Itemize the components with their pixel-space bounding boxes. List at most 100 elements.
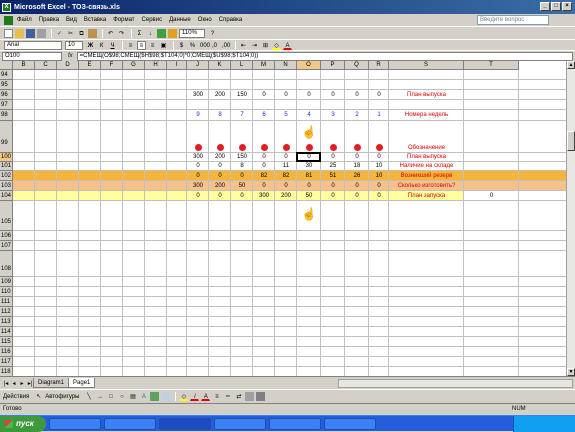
cell-n100[interactable]: 0: [275, 153, 297, 162]
cell-l102[interactable]: 0: [231, 171, 253, 181]
row-header-115[interactable]: 115: [0, 337, 13, 347]
active-cell-o100[interactable]: [296, 152, 321, 162]
taskbar-item[interactable]: [214, 417, 266, 430]
row-header-107[interactable]: 107: [0, 241, 13, 251]
increase-decimal-icon[interactable]: ,0: [210, 41, 219, 50]
cell-p100[interactable]: 0: [321, 153, 345, 162]
column-header-j[interactable]: J: [187, 61, 209, 70]
copy-icon[interactable]: ⧉: [77, 29, 86, 38]
column-header-n[interactable]: N: [275, 61, 297, 70]
cell-r103[interactable]: 0: [369, 181, 389, 191]
horizontal-scrollbar[interactable]: [338, 378, 573, 388]
cell-o98[interactable]: 4: [297, 110, 321, 121]
picture-icon[interactable]: [161, 392, 171, 401]
menu-insert[interactable]: Вставка: [84, 17, 106, 23]
font-select[interactable]: Arial: [4, 40, 62, 50]
cell-p96[interactable]: 0: [321, 90, 345, 100]
undo-icon[interactable]: ↶: [106, 29, 115, 38]
font-color-icon[interactable]: A: [283, 41, 292, 50]
cell-k104[interactable]: 0: [209, 191, 231, 201]
scroll-up-icon[interactable]: ▲: [567, 61, 575, 69]
spellcheck-icon[interactable]: ✓: [55, 29, 64, 38]
prev-sheet-icon[interactable]: ◂: [10, 380, 18, 387]
row-header-116[interactable]: 116: [0, 347, 13, 357]
chart-wizard-icon[interactable]: [157, 28, 166, 38]
column-header-l[interactable]: L: [231, 61, 253, 70]
arrow-style-icon[interactable]: ⇄: [234, 392, 243, 401]
cell-m100[interactable]: 0: [253, 153, 275, 162]
column-header-h[interactable]: H: [145, 61, 167, 70]
underline-icon[interactable]: Ч: [108, 41, 117, 50]
cell-o102[interactable]: 81: [297, 171, 321, 181]
cell-l101[interactable]: 8: [231, 162, 253, 171]
row-header-117[interactable]: 117: [0, 357, 13, 367]
column-header-k[interactable]: K: [209, 61, 231, 70]
cell-q102[interactable]: 26: [345, 171, 369, 181]
decrease-indent-icon[interactable]: ⇤: [239, 41, 248, 50]
row-header-118[interactable]: 118: [0, 367, 13, 376]
cell-n102[interactable]: 82: [275, 171, 297, 181]
zoom-select[interactable]: 110%: [179, 28, 205, 38]
sheet-tab-page1[interactable]: Page1: [68, 378, 96, 388]
cell-k101[interactable]: 0: [209, 162, 231, 171]
dash-style-icon[interactable]: ┅: [223, 392, 232, 401]
menu-edit[interactable]: Правка: [39, 17, 59, 23]
cell-r100[interactable]: 0: [369, 153, 389, 162]
row-header-98[interactable]: 98: [0, 110, 13, 121]
menu-help[interactable]: Справка: [219, 17, 243, 23]
cell-q101[interactable]: 18: [345, 162, 369, 171]
row-header-105[interactable]: 105: [0, 201, 13, 231]
formula-input[interactable]: =СМЕЩ(O$98;СМЕЩ($H$98;$T104;0)*0;СМЕЩ($U…: [76, 51, 573, 61]
cell-r102[interactable]: 10: [369, 171, 389, 181]
cell-j103[interactable]: 300: [187, 181, 209, 191]
row-header-112[interactable]: 112: [0, 307, 13, 317]
row-header-95[interactable]: 95: [0, 80, 13, 90]
cell-k96[interactable]: 200: [209, 90, 231, 100]
cell-p103[interactable]: 0: [321, 181, 345, 191]
menu-format[interactable]: Формат: [113, 17, 134, 23]
menu-file[interactable]: Файл: [17, 17, 32, 23]
autoshapes-menu[interactable]: Автофигуры: [45, 394, 79, 400]
row-header-111[interactable]: 111: [0, 297, 13, 307]
cell-n98[interactable]: 5: [275, 110, 297, 121]
cell-r101[interactable]: 10: [369, 162, 389, 171]
cell-n101[interactable]: 11: [275, 162, 297, 171]
column-header-p[interactable]: P: [321, 61, 345, 70]
wordart-icon[interactable]: A: [139, 392, 148, 401]
cell-j104[interactable]: 0: [187, 191, 209, 201]
select-all-corner[interactable]: [0, 61, 13, 70]
cell-m104[interactable]: 300: [253, 191, 275, 201]
align-right-icon[interactable]: ≡: [148, 41, 157, 50]
column-header-d[interactable]: D: [57, 61, 79, 70]
align-left-icon[interactable]: ≡: [126, 41, 135, 50]
cell-r98[interactable]: 1: [369, 110, 389, 121]
cell-k98[interactable]: 8: [209, 110, 231, 121]
save-icon[interactable]: [26, 28, 35, 38]
menu-tools[interactable]: Сервис: [142, 17, 163, 23]
cell-m96[interactable]: 0: [253, 90, 275, 100]
column-header-e[interactable]: E: [79, 61, 101, 70]
cell-o103[interactable]: 0: [297, 181, 321, 191]
row-header-110[interactable]: 110: [0, 287, 13, 297]
taskbar-item[interactable]: [104, 417, 156, 430]
column-header-s[interactable]: S: [389, 61, 464, 70]
draw-fill-color-icon[interactable]: ◇: [179, 392, 189, 401]
worksheet-grid[interactable]: B C D E F G H I J K L M N O P Q R S T 94 95 96 97 98 99 100 101 102…: [0, 61, 566, 376]
row-header-104[interactable]: 104: [0, 191, 13, 201]
column-header-i[interactable]: I: [167, 61, 187, 70]
cell-o96[interactable]: 0: [297, 90, 321, 100]
column-header-b[interactable]: B: [13, 61, 35, 70]
open-icon[interactable]: [15, 28, 24, 38]
column-header-c[interactable]: C: [35, 61, 57, 70]
3d-icon[interactable]: [256, 392, 266, 401]
cell-q104[interactable]: 0: [345, 191, 369, 201]
row-header-108[interactable]: 108: [0, 251, 13, 277]
select-objects-icon[interactable]: ↖: [34, 392, 43, 401]
cell-p102[interactable]: 51: [321, 171, 345, 181]
sheet-tab-diagram1[interactable]: Diagram1: [33, 378, 70, 388]
column-header-m[interactable]: M: [253, 61, 275, 70]
new-icon[interactable]: [4, 28, 13, 38]
cell-p104[interactable]: 0: [321, 191, 345, 201]
cell-k103[interactable]: 200: [209, 181, 231, 191]
cell-q100[interactable]: 0: [345, 153, 369, 162]
